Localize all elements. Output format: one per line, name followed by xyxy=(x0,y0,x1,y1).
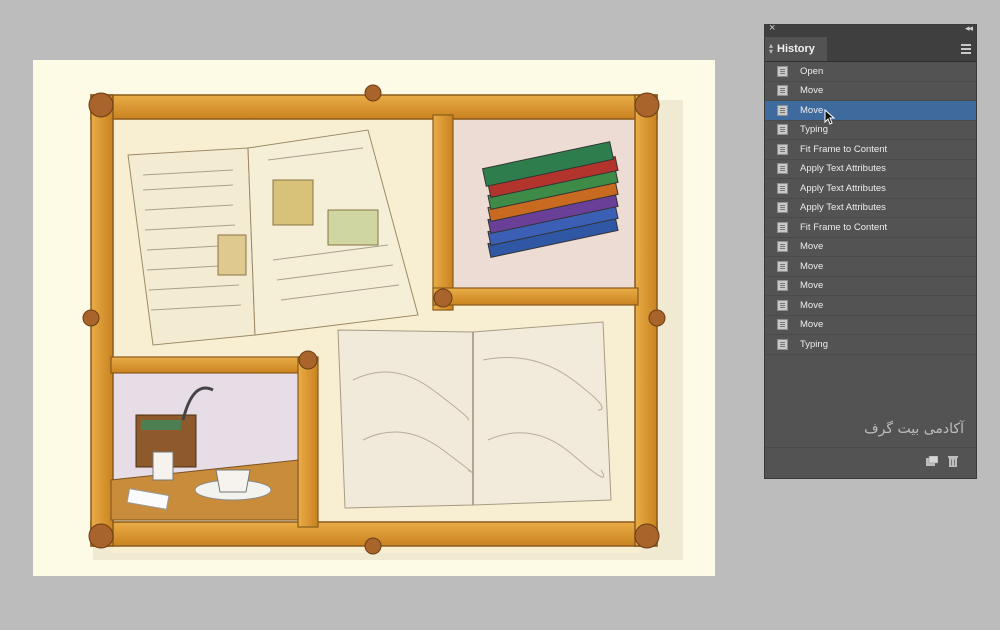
history-item-label: Fit Frame to Content xyxy=(800,221,888,233)
document-icon xyxy=(777,319,788,331)
history-item-label: Apply Text Attributes xyxy=(800,163,886,175)
history-item-label: Move xyxy=(800,241,824,253)
tab-arrows-icon: ▴ ▾ xyxy=(769,41,774,56)
document-icon xyxy=(777,143,788,155)
document-icon xyxy=(777,338,788,350)
document-icon xyxy=(777,124,788,136)
history-item[interactable]: Apply Text Attributes xyxy=(765,199,976,218)
document-icon xyxy=(777,85,788,97)
history-item[interactable]: Move xyxy=(765,82,976,101)
document-icon xyxy=(777,280,788,292)
document-icon xyxy=(777,260,788,272)
document-icon xyxy=(777,202,788,214)
close-icon[interactable]: × xyxy=(769,22,775,34)
tab-label: History xyxy=(777,43,815,55)
history-item[interactable]: Open xyxy=(765,62,976,82)
document-icon xyxy=(777,241,788,253)
history-item[interactable]: Move xyxy=(765,316,976,335)
history-item[interactable]: Fit Frame to Content xyxy=(765,140,976,160)
watermark-text: آکادمی بیت گرف xyxy=(864,421,964,437)
history-list: Open Move Move Typing Fit Frame to Conte… xyxy=(765,62,976,355)
document-page[interactable] xyxy=(33,60,715,576)
document-icon xyxy=(777,299,788,311)
history-item-label: Move xyxy=(800,299,824,311)
tab-history[interactable]: ▴ ▾ History xyxy=(765,37,827,61)
panel-title-bar[interactable]: × ◂◂ xyxy=(765,22,976,37)
history-item-label: Move xyxy=(800,260,824,272)
history-item[interactable]: Move xyxy=(765,238,976,257)
artwork-illustration[interactable] xyxy=(33,60,715,576)
document-icon xyxy=(777,182,788,194)
history-item-label: Typing xyxy=(800,338,828,350)
document-icon xyxy=(777,221,788,233)
history-panel: × ◂◂ ▴ ▾ History Open Move Move Typing Fi… xyxy=(764,22,977,479)
history-item-label: Open xyxy=(800,65,824,77)
history-item-label: Apply Text Attributes xyxy=(800,182,886,194)
history-item[interactable]: Move xyxy=(765,296,976,316)
history-item[interactable]: Apply Text Attributes xyxy=(765,179,976,199)
history-item[interactable]: Fit Frame to Content xyxy=(765,218,976,238)
panel-footer xyxy=(765,447,976,478)
history-item-selected[interactable]: Move xyxy=(765,101,976,121)
history-item[interactable]: Move xyxy=(765,257,976,277)
history-item-label: Move xyxy=(800,85,824,97)
history-item-label: Move xyxy=(800,104,824,116)
history-item-label: Apply Text Attributes xyxy=(800,202,886,214)
collapse-icon[interactable]: ◂◂ xyxy=(965,23,973,34)
history-item-label: Fit Frame to Content xyxy=(800,143,888,155)
panel-tab-bar: ▴ ▾ History xyxy=(765,37,976,62)
history-item[interactable]: Typing xyxy=(765,335,976,355)
history-item[interactable]: Apply Text Attributes xyxy=(765,160,976,179)
document-icon xyxy=(777,104,788,116)
document-icon xyxy=(777,163,788,175)
panel-menu-icon[interactable] xyxy=(961,44,971,54)
history-item-label: Move xyxy=(800,319,824,331)
new-document-from-state-icon[interactable] xyxy=(926,456,938,466)
trash-icon[interactable] xyxy=(948,455,958,467)
history-item-label: Move xyxy=(800,280,824,292)
document-icon xyxy=(777,65,788,77)
history-item[interactable]: Typing xyxy=(765,121,976,140)
mouse-cursor-icon xyxy=(824,109,836,125)
history-item[interactable]: Move xyxy=(765,277,976,296)
history-item-label: Typing xyxy=(800,124,828,136)
